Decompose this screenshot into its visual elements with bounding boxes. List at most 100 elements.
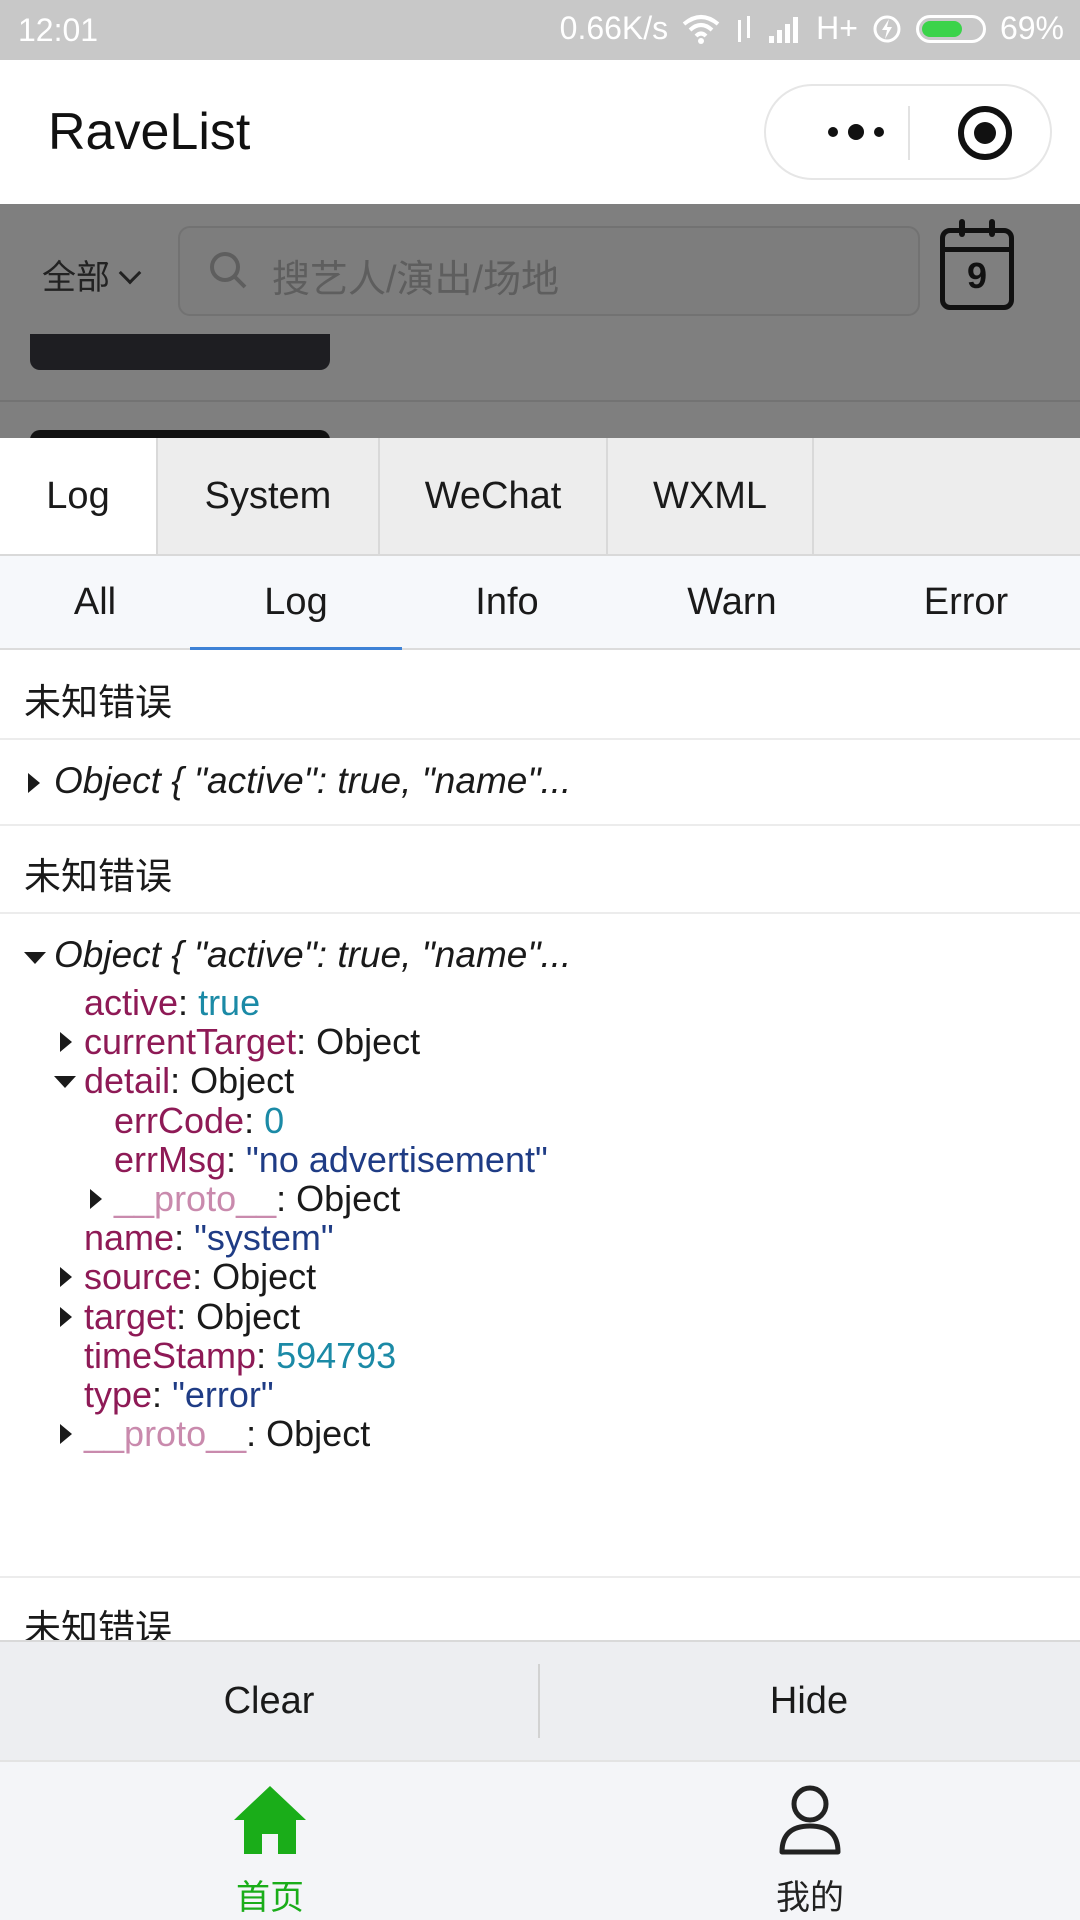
page-background: 全部 搜艺人/演出/场地 9 <box>0 204 1080 438</box>
property-value: Object <box>212 1256 317 1298</box>
object-property: name: "system" <box>84 1217 334 1259</box>
tabbar-label-profile: 我的 <box>776 1879 844 1917</box>
caret-down-icon[interactable] <box>24 952 46 964</box>
signal-icon <box>769 16 799 43</box>
caret-right-icon[interactable] <box>28 773 40 793</box>
property-key: target <box>84 1295 177 1337</box>
battery-level <box>921 20 962 37</box>
property-separator: : <box>178 982 199 1023</box>
tabbar-item-home[interactable]: 首页 <box>0 1762 540 1920</box>
log-list: 未知错误 Object { "active": true, "name"... … <box>0 652 1080 1652</box>
subtab-all[interactable]: All <box>0 556 190 648</box>
capsule-divider <box>908 106 910 160</box>
tabbar-item-profile[interactable]: 我的 <box>540 1762 1080 1920</box>
property-value: Object <box>266 1413 371 1455</box>
property-value: "system" <box>194 1217 334 1259</box>
property-key: __proto__ <box>114 1178 277 1219</box>
property-separator: : <box>256 1334 277 1376</box>
user-icon <box>779 1785 841 1855</box>
tab-wxml[interactable]: WXML <box>608 438 814 554</box>
property-separator: : <box>174 1217 195 1259</box>
vconsole-footer: Clear Hide <box>0 1640 1080 1760</box>
property-value: 0 <box>264 1099 285 1141</box>
property-value: true <box>198 982 261 1023</box>
more-dots-icon[interactable] <box>806 86 906 178</box>
vconsole-tabbar: Log System WeChat WXML <box>0 438 1080 556</box>
property-value: Object <box>296 1178 401 1219</box>
event-thumbnail <box>30 334 330 370</box>
property-key: errCode <box>114 1099 245 1141</box>
log-message: 未知错误 <box>24 682 172 723</box>
hide-button[interactable]: Hide <box>540 1642 1078 1760</box>
subtab-warn[interactable]: Warn <box>612 556 852 648</box>
clear-button[interactable]: Clear <box>0 1642 538 1760</box>
log-filter-tabs: All Log Info Warn Error <box>0 556 1080 650</box>
caret-right-icon[interactable] <box>60 1032 72 1053</box>
property-value: Object <box>190 1060 295 1102</box>
object-summary[interactable]: Object { "active": true, "name"... <box>54 934 571 976</box>
status-time: 12:01 <box>18 12 99 48</box>
object-property[interactable]: __proto__: Object <box>60 1413 371 1455</box>
object-property[interactable]: currentTarget: Object <box>60 1021 421 1063</box>
log-message: 未知错误 <box>24 856 172 897</box>
search-input[interactable]: 搜艺人/演出/场地 <box>178 226 920 316</box>
property-value: "error" <box>172 1374 274 1415</box>
object-property[interactable]: detail: Object <box>54 1060 295 1102</box>
network-type: H+ <box>816 10 858 46</box>
tab-wechat[interactable]: WeChat <box>380 438 608 554</box>
property-key: detail <box>84 1060 171 1102</box>
object-property: type: "error" <box>84 1374 274 1416</box>
bottom-tabbar: 首页 我的 <box>0 1760 1080 1920</box>
tab-log[interactable]: Log <box>0 438 158 554</box>
property-separator: : <box>246 1413 267 1455</box>
subtab-log[interactable]: Log <box>190 556 402 650</box>
property-key: errMsg <box>114 1138 227 1180</box>
property-separator: : <box>192 1256 213 1298</box>
calendar-day: 9 <box>966 255 988 296</box>
property-separator: : <box>152 1374 173 1415</box>
category-filter[interactable]: 全部 <box>42 250 142 299</box>
chevron-down-icon <box>118 261 142 285</box>
property-key: timeStamp <box>84 1334 257 1376</box>
caret-down-icon[interactable] <box>54 1076 76 1089</box>
caret-right-icon[interactable] <box>60 1306 72 1327</box>
wifi-icon <box>682 14 720 44</box>
calendar-icon[interactable]: 9 <box>940 219 1014 310</box>
subtab-error[interactable]: Error <box>852 556 1080 648</box>
object-property[interactable]: __proto__: Object <box>90 1178 401 1220</box>
caret-right-icon[interactable] <box>90 1189 102 1209</box>
log-item[interactable]: Object { "active": true, "name"... <box>0 740 1080 826</box>
subtab-info[interactable]: Info <box>402 556 612 648</box>
property-key: currentTarget <box>84 1021 297 1063</box>
property-key: name <box>84 1217 175 1259</box>
property-separator: : <box>176 1295 197 1337</box>
property-key: source <box>84 1256 193 1298</box>
status-bar: 12:01 0.66K/s H+ 69% <box>0 0 1080 60</box>
object-property: active: true <box>84 982 260 1024</box>
property-separator: : <box>296 1021 317 1063</box>
property-key: type <box>84 1374 153 1415</box>
close-target-icon[interactable] <box>958 106 1012 160</box>
object-summary[interactable]: Object { "active": true, "name"... <box>54 760 571 802</box>
tab-system[interactable]: System <box>158 438 380 554</box>
nav-bar: RaveList <box>0 60 1080 204</box>
object-property[interactable]: target: Object <box>60 1295 300 1338</box>
caret-right-icon[interactable] <box>60 1267 72 1288</box>
object-property: timeStamp: 594793 <box>84 1335 396 1377</box>
category-filter-label: 全部 <box>42 259 110 297</box>
network-speed: 0.66K/s <box>559 10 669 46</box>
property-separator: : <box>244 1099 265 1141</box>
property-value: "no advertisement" <box>246 1138 548 1180</box>
property-key: __proto__ <box>84 1413 247 1455</box>
page-title: RaveList <box>48 103 251 161</box>
event-thumbnail <box>30 430 330 438</box>
log-item: 未知错误 <box>0 652 1080 740</box>
property-separator: : <box>276 1178 297 1219</box>
caret-right-icon[interactable] <box>60 1424 72 1445</box>
property-separator: : <box>170 1060 191 1102</box>
object-property: errCode: 0 <box>114 1100 284 1142</box>
log-item[interactable]: Object { "active": true, "name"... activ… <box>0 914 1080 1578</box>
object-property[interactable]: source: Object <box>60 1256 317 1298</box>
property-value: Object <box>316 1021 421 1063</box>
battery-icon <box>915 14 986 43</box>
